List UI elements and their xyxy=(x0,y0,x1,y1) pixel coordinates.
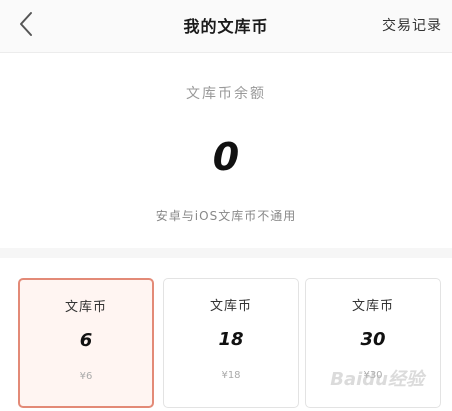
package-amount: 30 xyxy=(360,329,386,350)
top-nav-bar: 我的文库币 交易记录 xyxy=(0,0,452,53)
package-amount: 18 xyxy=(218,329,244,350)
package-card-18[interactable]: 文库币 18 ¥18 xyxy=(163,278,299,408)
platform-note: 安卓与iOS文库币不通用 xyxy=(155,209,297,223)
package-name: 文库币 xyxy=(351,299,394,314)
watermark-logo: Baidu经验 xyxy=(330,369,424,390)
transaction-history-link[interactable]: 交易记录 xyxy=(382,15,442,35)
package-name: 文库币 xyxy=(64,300,107,315)
balance-label: 文库币余额 xyxy=(186,86,266,102)
package-card-6[interactable]: 文库币 6 ¥6 xyxy=(18,278,154,408)
balance-section: 文库币余额 0 安卓与iOS文库币不通用 xyxy=(0,53,452,248)
package-price: ¥18 xyxy=(221,370,241,381)
package-name: 文库币 xyxy=(209,299,252,314)
package-price: ¥6 xyxy=(79,371,93,382)
balance-amount: 0 xyxy=(212,135,240,179)
package-amount: 6 xyxy=(79,330,93,351)
